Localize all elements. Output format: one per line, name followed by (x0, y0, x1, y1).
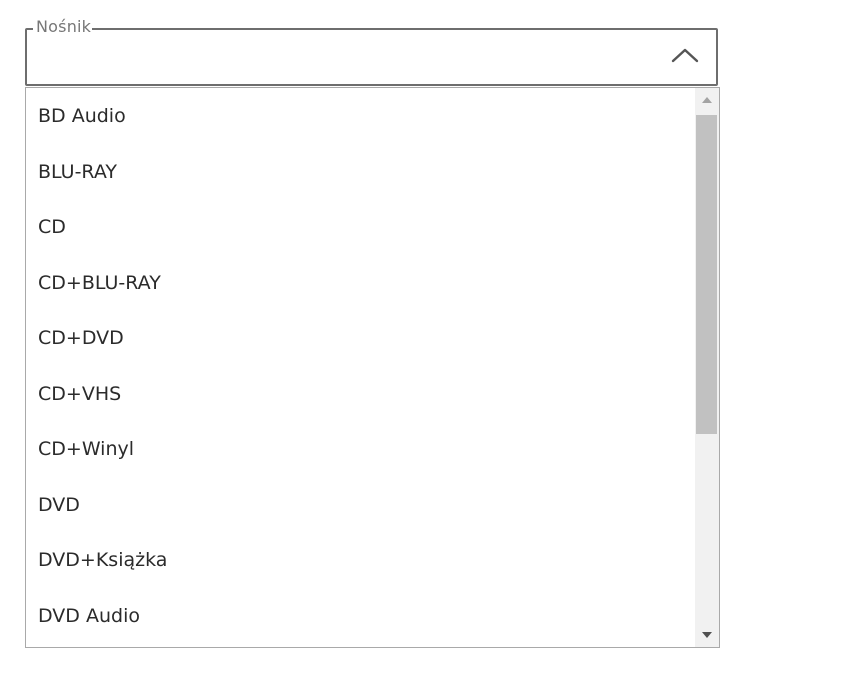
option-dvd-audio[interactable]: DVD Audio (26, 588, 695, 644)
scroll-down-arrow-icon[interactable] (695, 622, 719, 647)
chevron-up-icon[interactable] (671, 47, 699, 63)
dropdown-scrollbar[interactable] (695, 88, 719, 647)
media-type-dropdown: BD Audio BLU-RAY CD CD+BLU-RAY CD+DVD CD… (25, 87, 720, 648)
option-dvd[interactable]: DVD (26, 477, 695, 533)
option-cd-vhs[interactable]: CD+VHS (26, 366, 695, 422)
option-cd-dvd[interactable]: CD+DVD (26, 310, 695, 366)
scrollbar-thumb[interactable] (696, 115, 717, 434)
option-bd-audio[interactable]: BD Audio (26, 88, 695, 144)
option-cd[interactable]: CD (26, 199, 695, 255)
scroll-up-arrow-icon[interactable] (695, 88, 719, 113)
option-cd-blu-ray[interactable]: CD+BLU-RAY (26, 255, 695, 311)
option-blu-ray[interactable]: BLU-RAY (26, 144, 695, 200)
options-list: BD Audio BLU-RAY CD CD+BLU-RAY CD+DVD CD… (26, 88, 695, 647)
option-dvd-ksiazka[interactable]: DVD+Książka (26, 532, 695, 588)
media-type-select[interactable]: Nośnik (25, 16, 718, 86)
option-cd-winyl[interactable]: CD+Winyl (26, 421, 695, 477)
media-type-label: Nośnik (33, 16, 93, 38)
